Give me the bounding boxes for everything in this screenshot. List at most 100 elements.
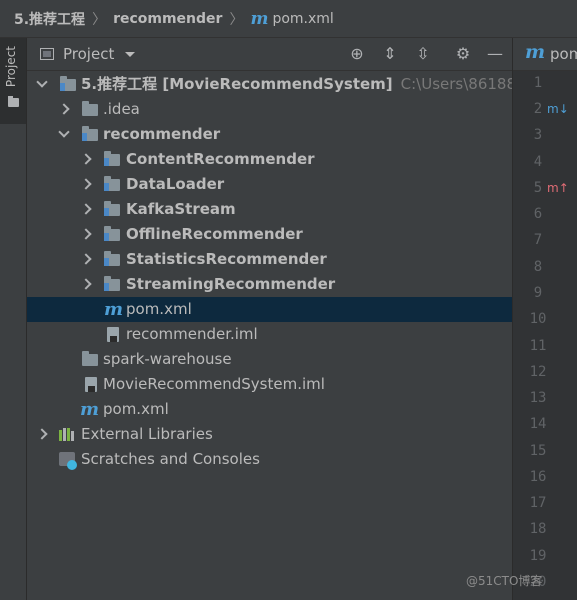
breadcrumb-recommender[interactable]: recommender bbox=[113, 11, 222, 27]
breadcrumb: 5.推荐工程 〉 recommender 〉 m pom.xml bbox=[0, 0, 577, 38]
module-folder-icon bbox=[104, 226, 120, 241]
tree-row-module[interactable]: ContentRecommender bbox=[27, 147, 512, 172]
line-number: 14 bbox=[529, 416, 547, 432]
line-number: 6 bbox=[533, 206, 543, 222]
editor-area: m pom 1 2 3 4 5 6 7 8 9 10 11 12 13 14 1… bbox=[512, 38, 577, 600]
tree-row-pom-root[interactable]: m pom.xml bbox=[27, 397, 512, 422]
tree-row-external-libraries[interactable]: External Libraries bbox=[27, 422, 512, 447]
project-tool-window-label: Project bbox=[4, 46, 18, 88]
breadcrumb-pom[interactable]: pom.xml bbox=[272, 11, 333, 27]
line-number: 11 bbox=[529, 338, 547, 354]
chevron-right-icon[interactable] bbox=[80, 147, 92, 172]
line-number: 13 bbox=[529, 390, 547, 406]
tree-row-module[interactable]: DataLoader bbox=[27, 172, 512, 197]
breadcrumb-separator-icon: 〉 bbox=[229, 11, 244, 28]
line-number: 18 bbox=[529, 521, 547, 537]
tree-row-spark-warehouse[interactable]: spark-warehouse bbox=[27, 347, 512, 372]
line-number: 9 bbox=[533, 285, 543, 301]
tree-label-pom-root: pom.xml bbox=[103, 400, 169, 418]
module-folder-icon bbox=[60, 76, 76, 91]
iml-file-icon bbox=[107, 327, 119, 342]
maven-icon: m bbox=[104, 299, 124, 320]
tree-row-recommender[interactable]: recommender bbox=[27, 122, 512, 147]
chevron-right-icon[interactable] bbox=[80, 197, 92, 222]
tree-label-pom: pom.xml bbox=[126, 300, 192, 318]
tree-label-scratches: Scratches and Consoles bbox=[81, 450, 260, 468]
tree-label-spark: spark-warehouse bbox=[103, 350, 232, 368]
maven-icon: m bbox=[525, 41, 546, 63]
chevron-right-icon[interactable] bbox=[80, 222, 92, 247]
maven-parent-gutter-icon[interactable]: m↓ bbox=[547, 102, 569, 116]
tree-row-idea[interactable]: .idea bbox=[27, 97, 512, 122]
module-folder-icon bbox=[104, 251, 120, 266]
folder-icon bbox=[82, 101, 98, 116]
collapse-all-icon[interactable]: ⇳ bbox=[413, 43, 433, 65]
tool-window-strip: Project bbox=[0, 38, 27, 600]
line-number: 8 bbox=[533, 259, 543, 275]
tree-row-pom-recommender[interactable]: m pom.xml bbox=[27, 297, 512, 322]
tree-label-module: ContentRecommender bbox=[126, 150, 315, 168]
chevron-right-icon[interactable] bbox=[80, 272, 92, 297]
tree-row-scratches[interactable]: Scratches and Consoles bbox=[27, 447, 512, 472]
tree-row-module[interactable]: KafkaStream bbox=[27, 197, 512, 222]
tree-row-iml-recommender[interactable]: recommender.iml bbox=[27, 322, 512, 347]
tree-label-module: OfflineRecommender bbox=[126, 225, 303, 243]
project-view-icon bbox=[40, 48, 54, 60]
tree-label-iml: recommender.iml bbox=[126, 325, 258, 343]
scratches-icon bbox=[59, 452, 77, 470]
line-number: 17 bbox=[529, 495, 547, 511]
module-folder-icon bbox=[104, 176, 120, 191]
line-number: 1 bbox=[533, 75, 543, 91]
module-folder-icon bbox=[104, 276, 120, 291]
tree-label-root: 5.推荐工程 [MovieRecommendSystem] C:\Users\86… bbox=[81, 75, 542, 93]
line-number: 10 bbox=[529, 311, 547, 327]
module-folder-icon bbox=[82, 126, 98, 141]
tree-label-module: StatisticsRecommender bbox=[126, 250, 327, 268]
project-tool-window-tab[interactable]: Project bbox=[0, 38, 26, 124]
line-number: 12 bbox=[529, 364, 547, 380]
settings-icon[interactable]: ⚙ bbox=[453, 43, 473, 65]
tree-label-module: DataLoader bbox=[126, 175, 225, 193]
breadcrumb-separator-icon: 〉 bbox=[92, 11, 107, 28]
tree-label-recommender: recommender bbox=[103, 125, 221, 143]
maven-override-gutter-icon[interactable]: m↑ bbox=[547, 181, 569, 195]
chevron-right-icon[interactable] bbox=[36, 422, 48, 447]
line-number: 7 bbox=[533, 232, 543, 248]
tree-label-module: KafkaStream bbox=[126, 200, 236, 218]
project-view-selector[interactable]: Project bbox=[63, 45, 114, 63]
line-number: 4 bbox=[533, 154, 543, 170]
chevron-down-icon[interactable] bbox=[125, 52, 135, 57]
breadcrumb-project[interactable]: 5.推荐工程 bbox=[14, 9, 85, 29]
line-number: 19 bbox=[529, 548, 547, 564]
folder-icon bbox=[82, 351, 98, 366]
chevron-right-icon[interactable] bbox=[58, 97, 70, 122]
locate-icon[interactable]: ⊕ bbox=[347, 43, 367, 65]
chevron-down-icon[interactable] bbox=[36, 72, 48, 97]
maven-icon: m bbox=[80, 399, 100, 420]
tree-row-module[interactable]: StatisticsRecommender bbox=[27, 247, 512, 272]
chevron-right-icon[interactable] bbox=[80, 172, 92, 197]
watermark: @51CTO博客 bbox=[466, 574, 543, 588]
line-number: 15 bbox=[529, 443, 547, 459]
editor-tab-pom[interactable]: m pom bbox=[513, 38, 577, 71]
folder-icon bbox=[8, 96, 19, 107]
expand-all-icon[interactable]: ⇕ bbox=[380, 43, 400, 65]
tree-row-root[interactable]: 5.推荐工程 [MovieRecommendSystem] C:\Users\86… bbox=[27, 72, 542, 97]
tree-row-iml-root[interactable]: MovieRecommendSystem.iml bbox=[27, 372, 512, 397]
tree-label-module: StreamingRecommender bbox=[126, 275, 336, 293]
hide-icon[interactable]: — bbox=[485, 43, 505, 65]
tree-row-module[interactable]: OfflineRecommender bbox=[27, 222, 512, 247]
project-tree: 5.推荐工程 [MovieRecommendSystem] C:\Users\86… bbox=[27, 71, 542, 600]
tree-label-idea: .idea bbox=[103, 100, 140, 118]
line-number: 3 bbox=[533, 127, 543, 143]
tree-label-external-libraries: External Libraries bbox=[81, 425, 213, 443]
module-folder-icon bbox=[104, 151, 120, 166]
chevron-right-icon[interactable] bbox=[80, 247, 92, 272]
project-panel-header: Project ⊕ ⇕ ⇳ ⚙ — bbox=[27, 38, 512, 71]
iml-file-icon bbox=[85, 377, 97, 392]
module-folder-icon bbox=[104, 201, 120, 216]
tree-label-iml-root: MovieRecommendSystem.iml bbox=[103, 375, 325, 393]
tree-row-module[interactable]: StreamingRecommender bbox=[27, 272, 512, 297]
line-number: 16 bbox=[529, 469, 547, 485]
chevron-down-icon[interactable] bbox=[58, 122, 70, 147]
